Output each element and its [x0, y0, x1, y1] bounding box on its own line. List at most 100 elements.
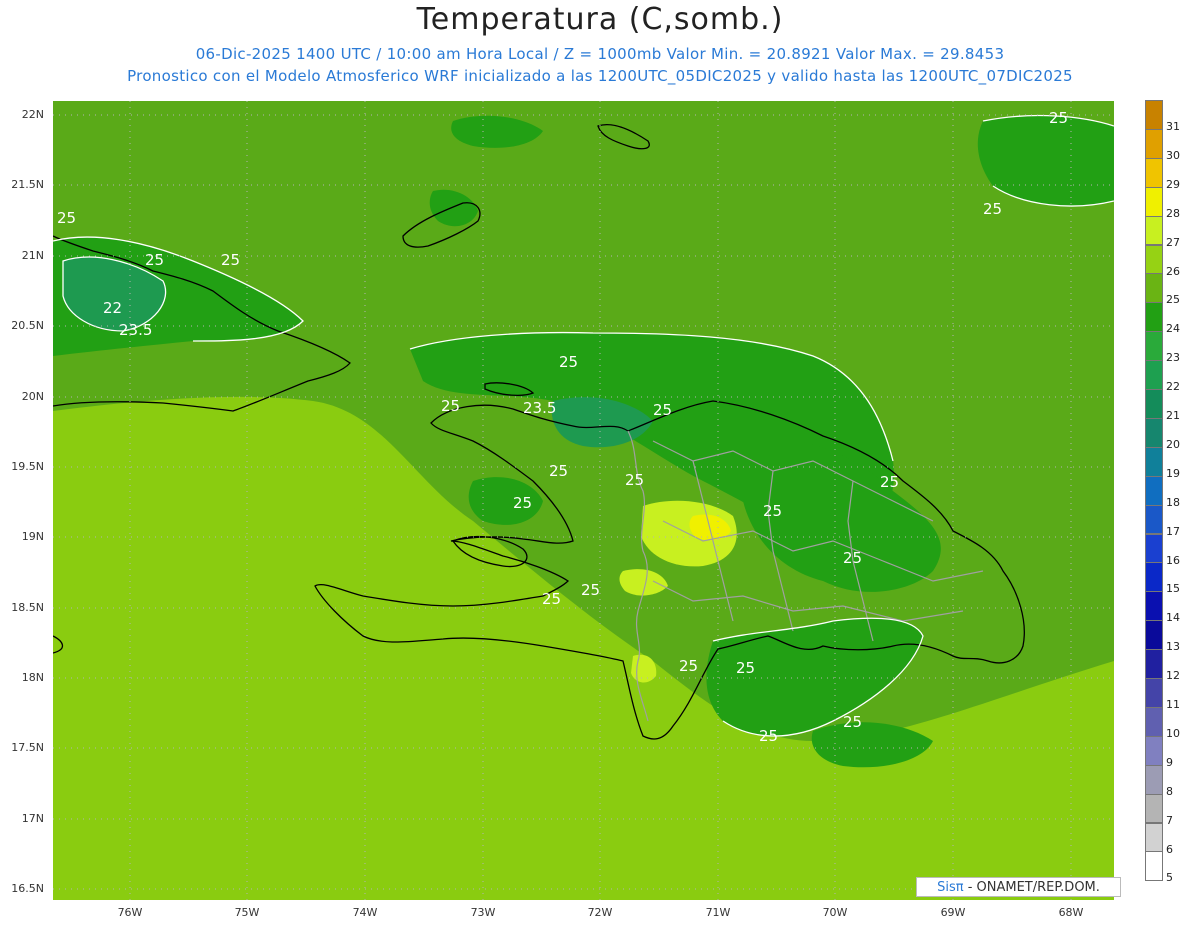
contour-label: 25 — [653, 401, 672, 419]
colorbar-swatch — [1145, 793, 1163, 824]
lon-label: 75W — [234, 906, 260, 919]
contour-label: 25 — [759, 727, 778, 745]
colorbar-swatch — [1145, 128, 1163, 159]
colorbar-swatch — [1145, 100, 1163, 130]
colorbar-label: 21 — [1166, 409, 1180, 422]
colorbar-swatch — [1145, 244, 1163, 275]
colorbar-label: 29 — [1166, 177, 1180, 191]
colorbar-label: 19 — [1166, 466, 1180, 480]
colorbar-label: 25 — [1166, 293, 1180, 307]
contour-label: 23.5 — [119, 321, 152, 339]
colorbar-swatch — [1145, 215, 1163, 246]
colorbar-label: 9 — [1166, 755, 1173, 769]
lat-label: 20.5N — [11, 319, 44, 332]
contour-label: 25 — [581, 581, 600, 599]
colorbar-swatch — [1145, 591, 1163, 622]
colorbar-swatch — [1145, 533, 1163, 564]
contour-label: 25 — [736, 659, 755, 677]
colorbar-label: 27 — [1166, 235, 1180, 249]
contour-label: 25 — [880, 473, 899, 491]
colorbar-label: 8 — [1166, 784, 1173, 798]
chart-title: Temperatura (C,somb.) — [416, 2, 784, 37]
contour-label: 25 — [57, 209, 76, 227]
lat-label: 18.5N — [11, 601, 44, 614]
colorbar-swatch — [1145, 157, 1163, 188]
colorbar-label: 7 — [1166, 813, 1173, 827]
colorbar-label: 23 — [1166, 351, 1180, 365]
contour-label: 25 — [1049, 109, 1068, 127]
contour-label: 25 — [559, 353, 578, 371]
colorbar-swatch — [1145, 389, 1163, 419]
colorbar-swatch — [1145, 562, 1163, 593]
colorbar-label: 22 — [1166, 380, 1180, 394]
lon-label: 70W — [822, 906, 848, 919]
colorbar-swatch — [1145, 302, 1163, 333]
colorbar-label: 10 — [1166, 726, 1180, 740]
lat-label: 20N — [21, 390, 44, 403]
colorbar-swatch — [1145, 186, 1163, 217]
lat-label: 21N — [21, 249, 44, 262]
contour-label: 25 — [441, 397, 460, 415]
subtitle-valid-time: 06-Dic-2025 1400 UTC / 10:00 am Hora Loc… — [195, 45, 1005, 63]
lon-label: 69W — [940, 906, 966, 919]
colorbar-label: 30 — [1166, 148, 1180, 162]
colorbar-swatch — [1145, 360, 1163, 390]
colorbar-swatch — [1145, 273, 1163, 304]
colorbar-label: 6 — [1166, 842, 1173, 856]
colorbar-label: 18 — [1166, 495, 1180, 509]
colorbar-swatch — [1145, 735, 1163, 766]
contour-label: 25 — [513, 494, 532, 512]
contour-label: 25 — [145, 251, 164, 269]
contour-label: 25 — [549, 462, 568, 480]
colorbar-label: 14 — [1166, 611, 1180, 625]
colorbar-label: 12 — [1166, 669, 1180, 683]
colorbar-label: 16 — [1166, 553, 1180, 567]
colorbar-swatch — [1145, 475, 1163, 506]
colorbar-label: 11 — [1166, 698, 1180, 711]
credit-text: - ONAMET/REP.DOM. — [967, 880, 1100, 895]
colorbar-swatch — [1145, 331, 1163, 362]
map-plot: 25 25 25 22 23.5 25 25 23.5 25 25 25 25 … — [53, 101, 1114, 900]
contour-label: 25 — [763, 502, 782, 520]
colorbar-label: 15 — [1166, 582, 1180, 596]
contour-label: 25 — [221, 251, 240, 269]
colorbar-swatch — [1145, 446, 1163, 477]
subtitle-model-run: Pronostico con el Modelo Atmosferico WRF… — [127, 67, 1073, 85]
contour-label: 23.5 — [523, 399, 556, 417]
colorbar-swatch — [1145, 678, 1163, 708]
contour-label: 22 — [103, 299, 122, 317]
lat-label: 19N — [21, 530, 44, 543]
lon-label: 72W — [587, 906, 613, 919]
colorbar-swatch — [1145, 504, 1163, 535]
colorbar-swatch — [1145, 620, 1163, 651]
credit-box: Sisπ - ONAMET/REP.DOM. — [916, 877, 1121, 897]
contour-label: 25 — [843, 549, 862, 567]
lon-label: 76W — [117, 906, 143, 919]
contour-label: 25 — [843, 713, 862, 731]
colorbar-label: 20 — [1166, 437, 1180, 451]
lat-label: 17N — [21, 812, 44, 825]
lon-label: 71W — [705, 906, 731, 919]
lat-label: 16.5N — [11, 882, 44, 895]
colorbar-swatch — [1145, 649, 1163, 679]
credit-brand: Sisπ — [937, 880, 964, 895]
lon-label: 74W — [352, 906, 378, 919]
contour-label: 25 — [542, 590, 561, 608]
lon-label: 73W — [470, 906, 496, 919]
colorbar-swatch — [1145, 851, 1163, 882]
colorbar-label: 28 — [1166, 206, 1180, 220]
colorbar-label: 17 — [1166, 524, 1180, 538]
lat-label: 18N — [21, 671, 44, 684]
contour-label: 25 — [983, 200, 1002, 218]
colorbar-label: 24 — [1166, 322, 1180, 336]
contour-label: 25 — [679, 657, 698, 675]
lat-label: 19.5N — [11, 460, 44, 473]
lat-label: 22N — [21, 108, 44, 121]
colorbar-label: 13 — [1166, 640, 1180, 654]
lat-label: 17.5N — [11, 741, 44, 754]
contour-label: 25 — [625, 471, 644, 489]
temperature-fill — [53, 101, 1114, 900]
colorbar-swatch — [1145, 417, 1163, 448]
colorbar-swatch — [1145, 764, 1163, 795]
colorbar-swatch — [1145, 822, 1163, 853]
